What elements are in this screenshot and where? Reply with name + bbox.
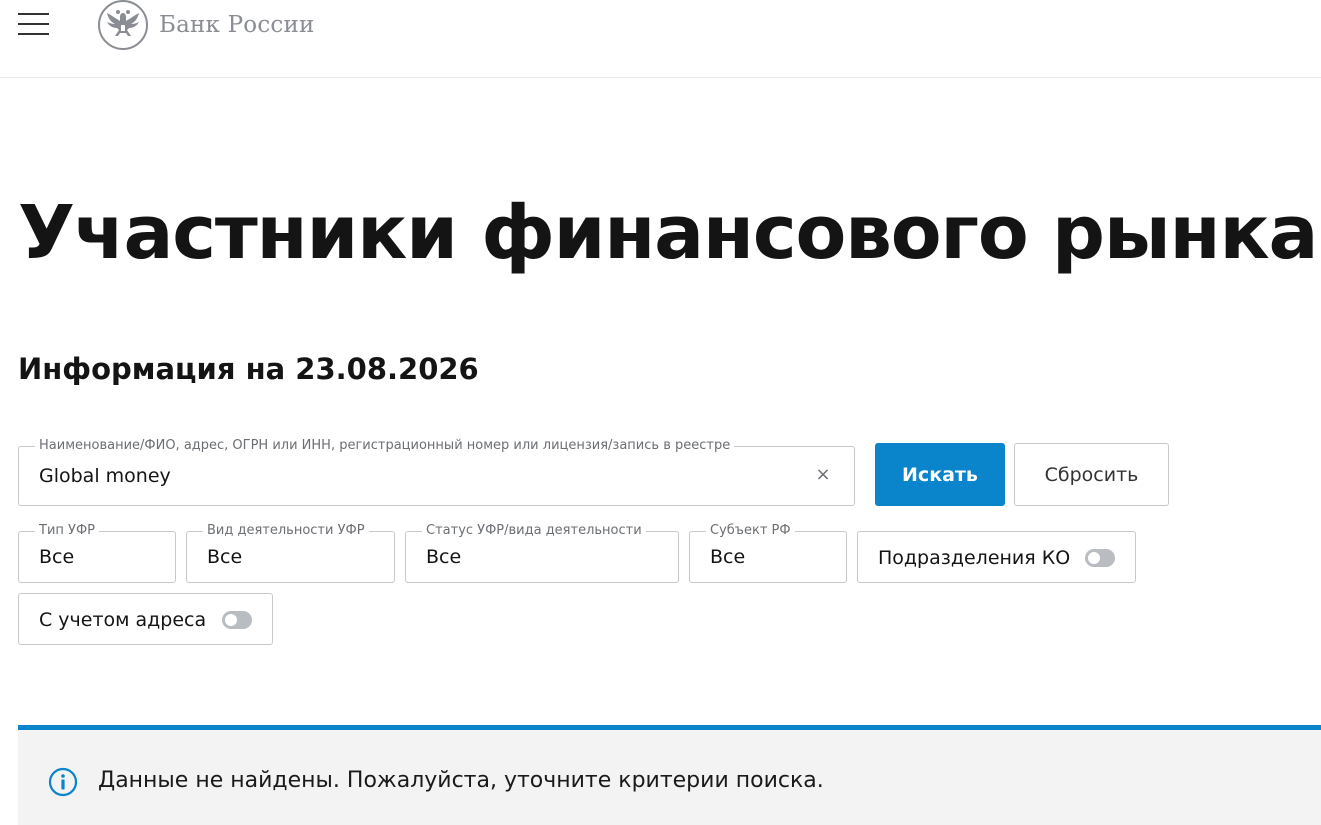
- with-address-toggle[interactable]: С учетом адреса: [18, 593, 273, 645]
- with-address-label: С учетом адреса: [39, 609, 207, 631]
- region-label: Субъект РФ: [706, 523, 795, 539]
- ufr-activity-select[interactable]: Вид деятельности УФР Все: [186, 523, 395, 583]
- ko-divisions-switch[interactable]: [1085, 549, 1115, 567]
- search-input-label: Наименование/ФИО, адрес, ОГРН или ИНН, р…: [35, 438, 735, 454]
- ufr-type-label: Тип УФР: [35, 523, 99, 539]
- ufr-type-select[interactable]: Тип УФР Все: [18, 523, 176, 583]
- ufr-status-label: Статус УФР/вида деятельности: [422, 523, 646, 539]
- info-circle-icon: [48, 767, 78, 797]
- alert-message: Данные не найдены. Пожалуйста, уточните …: [98, 768, 824, 793]
- bank-logo[interactable]: Банк России: [97, 0, 315, 50]
- close-icon[interactable]: ×: [814, 466, 832, 484]
- no-results-alert: Данные не найдены. Пожалуйста, уточните …: [18, 725, 1321, 825]
- ko-divisions-toggle[interactable]: Подразделения КО: [857, 531, 1136, 583]
- hamburger-menu-icon[interactable]: [18, 13, 49, 35]
- reset-button[interactable]: Сбросить: [1014, 443, 1169, 506]
- with-address-switch[interactable]: [222, 611, 252, 629]
- region-select[interactable]: Субъект РФ Все: [689, 523, 847, 583]
- ko-divisions-label: Подразделения КО: [878, 547, 1071, 569]
- ufr-activity-label: Вид деятельности УФР: [203, 523, 369, 539]
- eagle-emblem-icon: [98, 0, 148, 50]
- search-input[interactable]: Наименование/ФИО, адрес, ОГРН или ИНН, р…: [18, 438, 855, 506]
- ufr-status-value: Все: [426, 546, 462, 568]
- logo-text: Банк России: [159, 12, 315, 38]
- search-input-value[interactable]: Global money: [39, 465, 171, 487]
- ufr-activity-value: Все: [207, 546, 243, 568]
- ufr-type-value: Все: [39, 546, 75, 568]
- info-date-subtitle: Информация на 23.08.2026: [18, 352, 479, 386]
- search-button[interactable]: Искать: [875, 443, 1005, 506]
- site-header: Банк России: [0, 0, 1321, 78]
- ufr-status-select[interactable]: Статус УФР/вида деятельности Все: [405, 523, 679, 583]
- page-title: Участники финансового рынка: [18, 190, 1318, 276]
- region-value: Все: [710, 546, 746, 568]
